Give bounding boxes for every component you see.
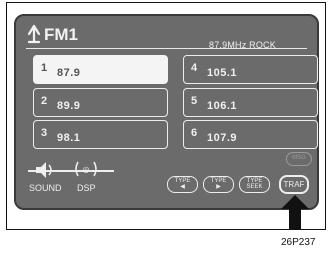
type-next-button[interactable]: TYPE ▶ [203,176,234,193]
preset-frequency: 105.1 [207,67,238,79]
figure-code: 26P237 [281,237,316,248]
traf-label: TRAF [283,180,305,189]
type-seek-button[interactable]: TYPE SEEK [239,176,270,193]
preset-button-2[interactable]: 2 89.9 [33,88,168,117]
preset-number: 3 [41,127,48,139]
antenna-icon [27,24,41,44]
preset-button-5[interactable]: 5 106.1 [183,88,318,117]
preset-number: 6 [191,127,198,139]
dsp-label: DSP [77,183,96,193]
preset-number: 4 [191,62,198,74]
preset-button-1[interactable]: 1 87.9 [33,55,168,84]
band-label: FM1 [44,25,78,44]
preset-button-6[interactable]: 6 107.9 [183,120,318,149]
preset-number: 1 [41,62,48,74]
sound-label: SOUND [29,183,62,193]
msg-label: MSG [292,155,306,161]
triangle-right-icon: ▶ [216,184,221,190]
preset-frequency: 87.9 [57,67,81,79]
preset-frequency: 106.1 [207,100,238,112]
speaker-icon[interactable] [34,160,56,180]
dsp-icon[interactable]: ◎ [73,158,99,180]
preset-number: 5 [191,95,198,107]
msg-button[interactable]: MSG [286,152,312,166]
type-seek-label-2: SEEK [246,184,263,190]
svg-text:◎: ◎ [83,165,90,174]
preset-number: 2 [41,95,48,107]
header-divider [26,48,307,49]
type-prev-button[interactable]: TYPE ◀ [167,176,198,193]
pointer-arrow-icon [281,195,309,229]
preset-button-4[interactable]: 4 105.1 [183,55,318,84]
preset-button-3[interactable]: 3 98.1 [33,120,168,149]
preset-frequency: 107.9 [207,132,238,144]
traf-button[interactable]: TRAF [279,175,309,194]
triangle-left-icon: ◀ [180,184,185,190]
preset-frequency: 89.9 [57,100,81,112]
preset-frequency: 98.1 [57,132,81,144]
